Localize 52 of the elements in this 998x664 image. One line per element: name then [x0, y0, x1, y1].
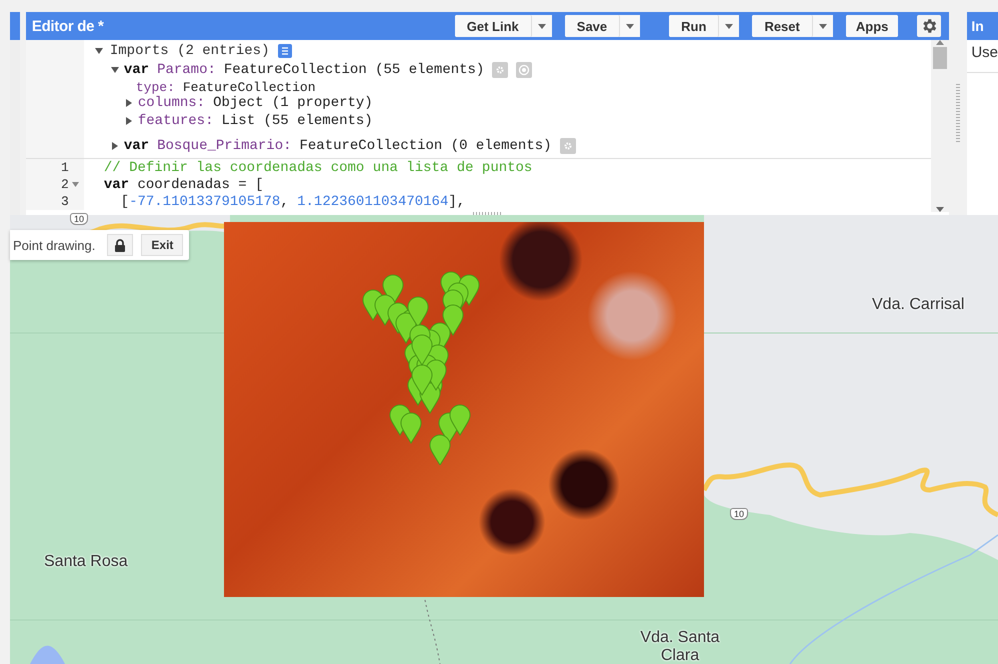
toolbar-button[interactable]: Run — [669, 15, 720, 37]
toolbar-button[interactable]: Get Link — [454, 15, 532, 37]
code-keyword: var — [124, 62, 150, 78]
code-line: var coordenadas = [ — [102, 176, 264, 192]
expand-arrow-icon[interactable] — [124, 117, 134, 125]
settings-button[interactable] — [917, 15, 942, 37]
collapse-arrow-icon[interactable] — [94, 48, 104, 54]
property-key: features: — [138, 113, 214, 129]
property-value: List (55 elements) — [221, 113, 373, 129]
line-number: 2 — [61, 177, 69, 192]
lock-icon — [114, 238, 126, 252]
inspector-tab[interactable]: In — [967, 12, 998, 40]
property-value: Object (1 property) — [213, 95, 373, 111]
caret-icon — [626, 24, 634, 28]
fold-arrow-icon[interactable] — [72, 182, 80, 187]
property-value: FeatureCollection — [182, 80, 316, 94]
scrollbar-thumb[interactable] — [933, 47, 948, 69]
drawing-mode-label: Point drawing. — [13, 238, 96, 252]
route-shield: 10 — [730, 508, 748, 520]
toolbar-button[interactable]: Apps — [846, 15, 898, 37]
caret-icon — [818, 24, 827, 28]
place-label: Santa Rosa — [44, 553, 128, 571]
property-key: type: — [136, 80, 175, 94]
resize-handle[interactable] — [472, 212, 503, 215]
code-keyword: var — [124, 138, 150, 154]
variable-name: Bosque_Primario: — [157, 138, 292, 154]
caret-icon — [538, 24, 546, 28]
property-key: columns: — [138, 95, 206, 111]
toolbar-button[interactable]: Reset — [752, 15, 813, 37]
route-shield: 10 — [70, 213, 88, 225]
scroll-down-icon[interactable] — [936, 207, 944, 212]
expand-arrow-icon[interactable] — [124, 99, 134, 107]
lock-button[interactable] — [107, 234, 134, 256]
toolbar-button[interactable]: Save — [564, 15, 620, 37]
imports-summary[interactable]: Imports (2 entries) — [110, 43, 270, 59]
line-number: 3 — [61, 194, 69, 209]
document-icon[interactable] — [278, 44, 292, 58]
scrollbar[interactable] — [931, 40, 950, 212]
collapse-arrow-icon[interactable] — [110, 67, 120, 73]
code-line: // Definir las coordenadas como una lista de puntos — [102, 160, 532, 176]
code-line: [-77.11013379105178, 1.1223601103470164], — [120, 194, 466, 210]
place-label: Vda. Santa Clara — [639, 629, 721, 664]
caret-icon — [725, 24, 734, 28]
line-number: 1 — [61, 160, 69, 175]
expand-arrow-icon[interactable] — [110, 142, 120, 150]
variable-type: FeatureCollection (0 elements) — [300, 138, 552, 154]
place-label: Vda. Carrisal — [872, 296, 964, 314]
inspector-text: Use — [967, 40, 998, 73]
editor-title: Editor de * — [32, 18, 104, 34]
variable-name: Paramo: — [157, 62, 216, 78]
exit-button[interactable]: Exit — [141, 234, 184, 256]
variable-type: FeatureCollection (55 elements) — [224, 62, 484, 78]
